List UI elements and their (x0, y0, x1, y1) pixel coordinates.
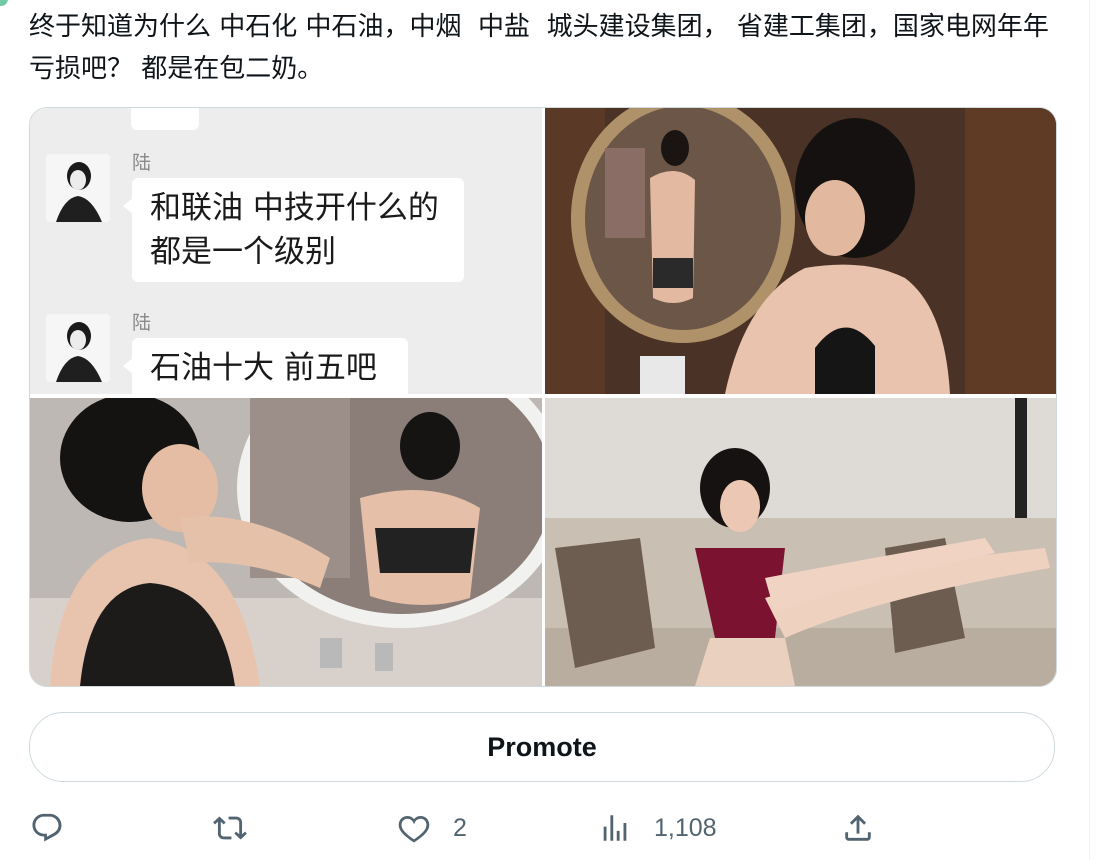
repost-button[interactable] (213, 808, 247, 848)
chat-bubble-partial (131, 108, 199, 130)
photo-mirror-scene (545, 108, 1056, 394)
like-count: 2 (453, 813, 467, 842)
views-count: 1,108 (654, 813, 717, 842)
media-image-photo[interactable] (545, 398, 1056, 686)
reply-icon (32, 813, 62, 842)
views-chart-icon (603, 815, 627, 841)
like-button[interactable]: 2 (397, 808, 467, 848)
photo-sofa-scene (545, 398, 1056, 686)
tweet-text: 终于知道为什么 中石化 中石油，中烟 中盐 城头建设集团， 省建工集团，国家电网… (29, 12, 1049, 84)
chat-bubble: 和联油 中技开什么的 都是一个级别 (123, 178, 464, 282)
media-image-photo[interactable] (545, 108, 1056, 394)
repost-icon (213, 816, 247, 840)
media-grid[interactable]: 陆陆 和联油 中技开什么的 都是一个级别 陆陆 石油十大 前五吧 (29, 107, 1057, 687)
timeline-divider (1089, 0, 1090, 860)
media-image-photo[interactable] (30, 398, 542, 686)
chat-bubble: 石油十大 前五吧 (123, 338, 408, 394)
media-image-chat-screenshot[interactable]: 陆陆 和联油 中技开什么的 都是一个级别 陆陆 石油十大 前五吧 (30, 108, 542, 394)
heart-icon (398, 815, 430, 843)
share-button[interactable] (841, 808, 875, 848)
share-icon (845, 814, 871, 841)
views-button[interactable]: 1,108 (598, 808, 717, 848)
chat-avatar (46, 314, 110, 382)
avatar-illustration (46, 314, 110, 382)
tweet-action-bar: 2 1,108 (0, 800, 1090, 856)
photo-bathroom-scene (30, 398, 542, 686)
avatar-illustration (46, 154, 110, 222)
avatar-edge (0, 0, 8, 6)
chat-avatar (46, 154, 110, 222)
reply-button[interactable] (30, 808, 64, 848)
promote-button[interactable]: Promote (29, 712, 1055, 782)
